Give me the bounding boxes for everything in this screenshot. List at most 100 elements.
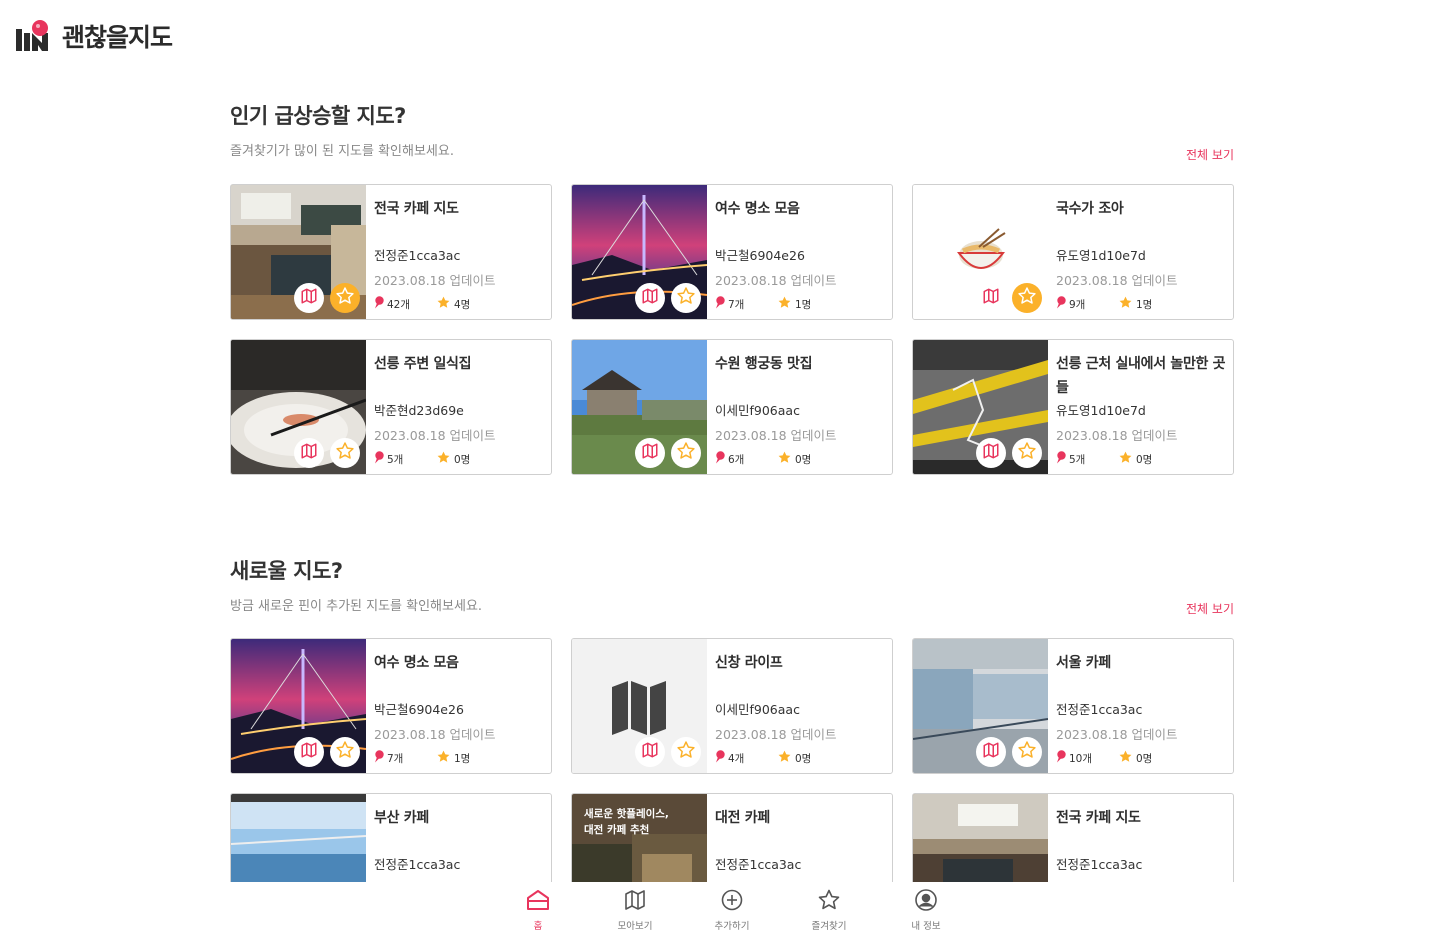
pin-count: 4개 <box>715 750 777 766</box>
nav-item-star[interactable]: 즐겨찾기 <box>794 888 864 930</box>
map-card[interactable]: 국수가 조아 유도영1d10e7d 2023.08.18 업데이트 9개 1명 <box>912 184 1234 320</box>
view-map-button[interactable] <box>294 283 324 313</box>
view-all-link[interactable]: 전체 보기 <box>1186 600 1234 617</box>
pin-count-value: 5개 <box>1069 453 1086 466</box>
card-title: 수원 행궁동 맛집 <box>715 356 813 372</box>
pin-count: 7개 <box>374 750 436 766</box>
card-stats: 5개 0명 <box>1056 450 1233 468</box>
view-map-button[interactable] <box>635 438 665 468</box>
pin-icon <box>374 451 384 467</box>
card-updated-date: 2023.08.18 업데이트 <box>715 273 837 288</box>
favorite-count: 1명 <box>436 749 498 767</box>
card-title: 대전 카페 <box>715 810 770 826</box>
favorite-button[interactable] <box>330 438 360 468</box>
nav-item-profile[interactable]: 내 정보 <box>891 888 961 930</box>
view-map-button[interactable] <box>976 737 1006 767</box>
nav-item-plus-circle[interactable]: 추가하기 <box>697 888 767 930</box>
pin-icon <box>715 750 725 766</box>
view-map-button[interactable] <box>976 438 1006 468</box>
star-icon <box>1017 286 1037 310</box>
star-icon <box>1118 749 1133 767</box>
thumbnail-caption: 새로운 핫플레이스, 대전 카페 추천 <box>584 806 669 838</box>
map-card[interactable]: 전국 카페 지도 전정준1cca3ac 2023.08.18 업데이트 42개 … <box>230 184 552 320</box>
favorite-button[interactable] <box>1012 438 1042 468</box>
card-info: 여수 명소 모음 박근철6904e26 2023.08.18 업데이트 7개 1… <box>707 185 892 319</box>
favorite-button[interactable] <box>1012 283 1042 313</box>
star-icon <box>1017 441 1037 465</box>
pin-count: 6개 <box>715 451 777 467</box>
card-author: 이세민f906aac <box>715 403 800 418</box>
map-icon <box>641 287 659 309</box>
star-icon <box>1118 450 1133 468</box>
thumbnail-caption-line: 새로운 핫플레이스, <box>584 808 669 820</box>
view-map-button[interactable] <box>294 438 324 468</box>
view-map-button[interactable] <box>635 283 665 313</box>
favorite-button[interactable] <box>671 737 701 767</box>
map-icon <box>300 442 318 464</box>
card-author: 전정준1cca3ac <box>715 857 802 872</box>
app-logo[interactable]: 괜찮을지도 <box>16 18 173 54</box>
card-stats: 5개 0명 <box>374 450 551 468</box>
thumbnail-actions <box>976 438 1042 468</box>
card-info: 수원 행궁동 맛집 이세민f906aac 2023.08.18 업데이트 6개 … <box>707 340 892 474</box>
map-card[interactable]: 서울 카페 전정준1cca3ac 2023.08.18 업데이트 10개 0명 <box>912 638 1234 774</box>
profile-icon <box>913 888 939 916</box>
favorite-button[interactable] <box>671 438 701 468</box>
card-stats: 9개 1명 <box>1056 295 1233 313</box>
map-icon <box>982 741 1000 763</box>
map-card[interactable]: 여수 명소 모음 박근철6904e26 2023.08.18 업데이트 7개 1… <box>230 638 552 774</box>
favorite-button[interactable] <box>1012 737 1042 767</box>
pin-count: 5개 <box>1056 451 1118 467</box>
favorite-count: 0명 <box>1118 450 1180 468</box>
map-thumbnail <box>572 340 707 474</box>
popular-maps-section: 인기 급상승할 지도? 즐겨찾기가 많이 된 지도를 확인해보세요. 전체 보기… <box>230 100 1234 475</box>
map-card[interactable]: 선릉 근처 실내에서 놀만한 곳들 유도영1d10e7d 2023.08.18 … <box>912 339 1234 475</box>
favorite-button[interactable] <box>671 283 701 313</box>
pin-count: 9개 <box>1056 296 1118 312</box>
map-card[interactable]: 선릉 주변 일식집 박준현d23d69e 2023.08.18 업데이트 5개 … <box>230 339 552 475</box>
card-info: 선릉 주변 일식집 박준현d23d69e 2023.08.18 업데이트 5개 … <box>366 340 551 474</box>
home-icon <box>525 888 551 916</box>
new-maps-section: 새로울 지도? 방금 새로운 핀이 추가된 지도를 확인해보세요. 전체 보기 … <box>230 555 1234 929</box>
view-map-button[interactable] <box>976 283 1006 313</box>
pin-count: 42개 <box>374 296 436 312</box>
star-icon <box>676 740 696 764</box>
nav-item-map[interactable]: 모아보기 <box>600 888 670 930</box>
view-all-link[interactable]: 전체 보기 <box>1186 146 1234 163</box>
map-card[interactable]: 수원 행궁동 맛집 이세민f906aac 2023.08.18 업데이트 6개 … <box>571 339 893 475</box>
pin-icon <box>374 750 384 766</box>
map-thumbnail <box>572 185 707 319</box>
pin-icon <box>1056 451 1066 467</box>
favorite-count-value: 1명 <box>795 298 812 311</box>
section-title: 새로울 지도? <box>230 559 343 583</box>
map-icon <box>622 888 648 916</box>
favorite-count: 4명 <box>436 295 498 313</box>
section-subtitle: 즐겨찾기가 많이 된 지도를 확인해보세요. <box>230 144 454 159</box>
map-card[interactable]: 신창 라이프 이세민f906aac 2023.08.18 업데이트 4개 0명 <box>571 638 893 774</box>
map-icon <box>641 741 659 763</box>
star-icon <box>777 450 792 468</box>
view-map-button[interactable] <box>294 737 324 767</box>
star-icon <box>816 888 842 916</box>
map-thumbnail <box>231 340 366 474</box>
map-thumbnail <box>913 340 1048 474</box>
card-updated-date: 2023.08.18 업데이트 <box>715 428 837 443</box>
favorite-button[interactable] <box>330 283 360 313</box>
card-author: 전정준1cca3ac <box>374 857 461 872</box>
favorite-count-value: 4명 <box>454 298 471 311</box>
card-author: 전정준1cca3ac <box>1056 702 1143 717</box>
map-thumbnail <box>231 185 366 319</box>
card-updated-date: 2023.08.18 업데이트 <box>1056 273 1178 288</box>
favorite-count-value: 0명 <box>795 752 812 765</box>
nav-label: 모아보기 <box>617 921 653 930</box>
nav-label: 내 정보 <box>911 921 941 930</box>
card-stats: 4개 0명 <box>715 749 892 767</box>
favorite-count: 0명 <box>436 450 498 468</box>
nav-item-home[interactable]: 홈 <box>503 888 573 930</box>
map-card[interactable]: 여수 명소 모음 박근철6904e26 2023.08.18 업데이트 7개 1… <box>571 184 893 320</box>
view-map-button[interactable] <box>635 737 665 767</box>
favorite-button[interactable] <box>330 737 360 767</box>
thumbnail-actions <box>976 737 1042 767</box>
star-icon <box>777 749 792 767</box>
thumbnail-actions <box>294 438 360 468</box>
